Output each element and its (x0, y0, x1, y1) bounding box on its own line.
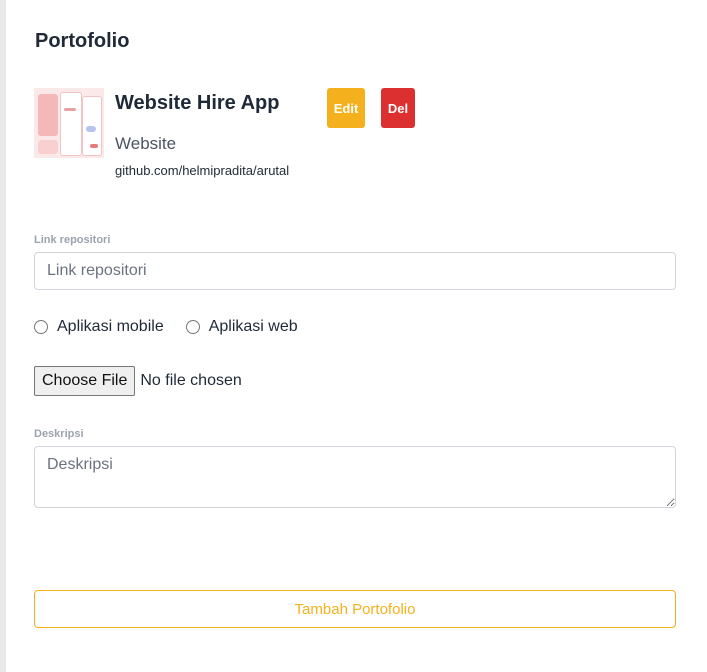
radio-web-app[interactable]: Aplikasi web (185, 318, 298, 336)
portfolio-thumbnail (34, 88, 104, 158)
radio-label: Aplikasi mobile (57, 318, 164, 335)
description-textarea[interactable] (34, 446, 676, 508)
radio-label: Aplikasi web (208, 318, 298, 335)
repo-link-label: Link repositori (34, 234, 111, 246)
portfolio-item-link[interactable]: github.com/helmipradita/arutal (115, 163, 289, 178)
radio-button[interactable] (34, 320, 48, 334)
radio-button[interactable] (185, 320, 200, 334)
delete-button[interactable]: Del (381, 88, 415, 128)
file-upload: Choose File No file chosen (34, 366, 242, 396)
page-title: Portofolio (35, 30, 130, 52)
portfolio-card: Portofolio Website Hire App Website gith… (6, 0, 707, 672)
add-portfolio-button[interactable]: Tambah Portofolio (34, 590, 676, 628)
edit-button[interactable]: Edit (327, 88, 365, 128)
app-type-radio-group: Aplikasi mobile Aplikasi web (34, 318, 320, 336)
radio-mobile-app[interactable]: Aplikasi mobile (34, 318, 164, 336)
description-label: Deskripsi (34, 428, 84, 440)
file-status: No file chosen (140, 372, 242, 389)
choose-file-button[interactable]: Choose File (34, 366, 136, 396)
portfolio-item-name: Website Hire App (115, 92, 280, 114)
repo-link-input[interactable] (34, 252, 676, 290)
portfolio-item-type: Website (115, 134, 177, 153)
